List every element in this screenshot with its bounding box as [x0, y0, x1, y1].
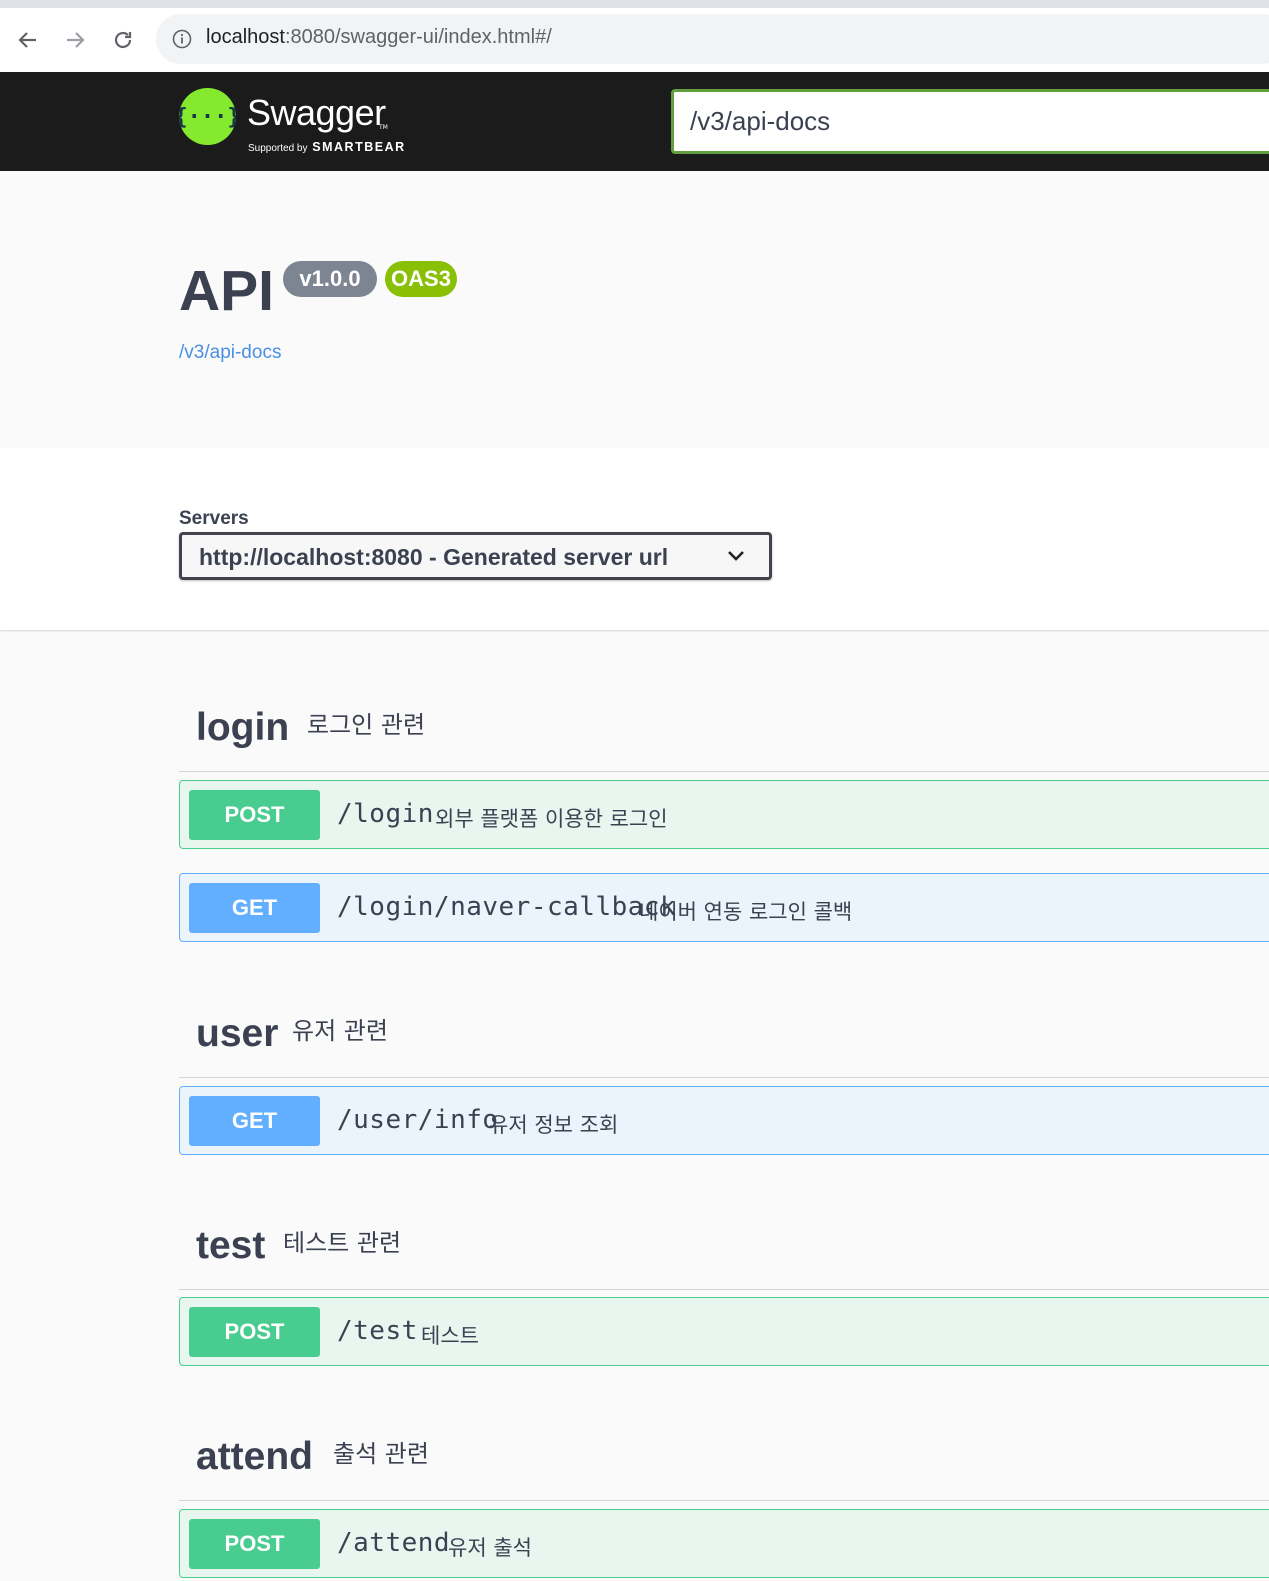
reload-icon — [114, 31, 132, 49]
swagger-logo[interactable]: {···} Swagger TM Supported by SMARTBEAR — [174, 88, 419, 158]
operation-post-test[interactable]: POST /test 테스트 — [179, 1297, 1269, 1366]
operation-summary: 유저 정보 조회 — [489, 1113, 619, 1137]
tag-name: login — [196, 706, 290, 749]
swagger-topbar: {···} Swagger TM Supported by SMARTBEAR — [0, 72, 1269, 171]
spec-link[interactable]: /v3/api-docs — [179, 342, 281, 364]
tag-description: 유저 관련 — [292, 1017, 388, 1045]
tag-description: 테스트 관련 — [283, 1229, 402, 1257]
page-title: API — [179, 259, 275, 323]
method-badge: POST — [189, 1519, 320, 1569]
method-badge: GET — [189, 1096, 320, 1146]
operation-summary: 네이버 연동 로그인 콜백 — [639, 900, 853, 924]
forward-button[interactable] — [57, 22, 93, 58]
servers-label: Servers — [179, 508, 249, 529]
operation-path: /test — [337, 1316, 418, 1346]
operation-path: /login — [337, 799, 434, 829]
operation-get-user-info[interactable]: GET /user/info 유저 정보 조회 — [179, 1086, 1269, 1155]
reload-button[interactable] — [105, 22, 141, 58]
operation-summary: 외부 플랫폼 이용한 로그인 — [435, 807, 668, 831]
operation-path: /user/info — [337, 1105, 499, 1135]
servers-selected-value: http://localhost:8080 - Generated server… — [199, 544, 669, 570]
operation-summary: 테스트 — [421, 1324, 479, 1348]
logo-subtitle: Supported by SMARTBEAR — [248, 140, 406, 154]
tag-name: user — [196, 1012, 279, 1055]
tag-header-login[interactable]: login 로그인 관련 — [179, 686, 1269, 772]
operation-get-naver-callback[interactable]: GET /login/naver-callback 네이버 연동 로그인 콜백 — [179, 873, 1269, 942]
back-button[interactable] — [10, 22, 46, 58]
method-badge: POST — [189, 790, 320, 840]
tag-name: attend — [196, 1435, 313, 1478]
method-badge: GET — [189, 883, 320, 933]
version-badge: v1.0.0 — [283, 261, 377, 297]
svg-text:{···}: {···} — [179, 105, 236, 130]
address-bar[interactable]: localhost:8080/swagger-ui/index.html#/ — [156, 14, 1269, 64]
servers-select[interactable]: http://localhost:8080 - Generated server… — [179, 532, 772, 580]
swagger-logo-icon: {···} — [174, 88, 241, 145]
forward-arrow-icon — [67, 32, 85, 48]
tag-header-attend[interactable]: attend 출석 관련 — [179, 1415, 1269, 1501]
operation-path: /login/naver-callback — [337, 892, 677, 922]
operation-path: /attend — [337, 1528, 451, 1558]
logo-text: Swagger — [247, 92, 386, 133]
tag-header-user[interactable]: user 유저 관련 — [179, 992, 1269, 1078]
tag-header-test[interactable]: test 테스트 관련 — [179, 1204, 1269, 1290]
back-arrow-icon — [18, 32, 36, 48]
address-url: localhost:8080/swagger-ui/index.html#/ — [206, 26, 552, 48]
info-icon[interactable] — [172, 29, 192, 49]
servers-section: Servers http://localhost:8080 - Generate… — [0, 448, 1269, 630]
api-info: API v1.0.0 OAS3 /v3/api-docs — [0, 171, 1269, 448]
tag-name: test — [196, 1224, 266, 1267]
chevron-down-icon — [728, 551, 744, 561]
method-badge: POST — [189, 1307, 320, 1357]
browser-toolbar: localhost:8080/swagger-ui/index.html#/ — [0, 0, 1269, 72]
tag-description: 로그인 관련 — [307, 711, 426, 739]
oas-badge: OAS3 — [385, 261, 457, 297]
logo-trademark: TM — [379, 124, 388, 131]
operation-post-login[interactable]: POST /login 외부 플랫폼 이용한 로그인 — [179, 780, 1269, 849]
operation-summary: 유저 출석 — [448, 1536, 532, 1560]
spec-url-input[interactable] — [671, 89, 1269, 154]
tag-description: 출석 관련 — [333, 1440, 429, 1468]
operation-post-attend[interactable]: POST /attend 유저 출석 — [179, 1509, 1269, 1578]
